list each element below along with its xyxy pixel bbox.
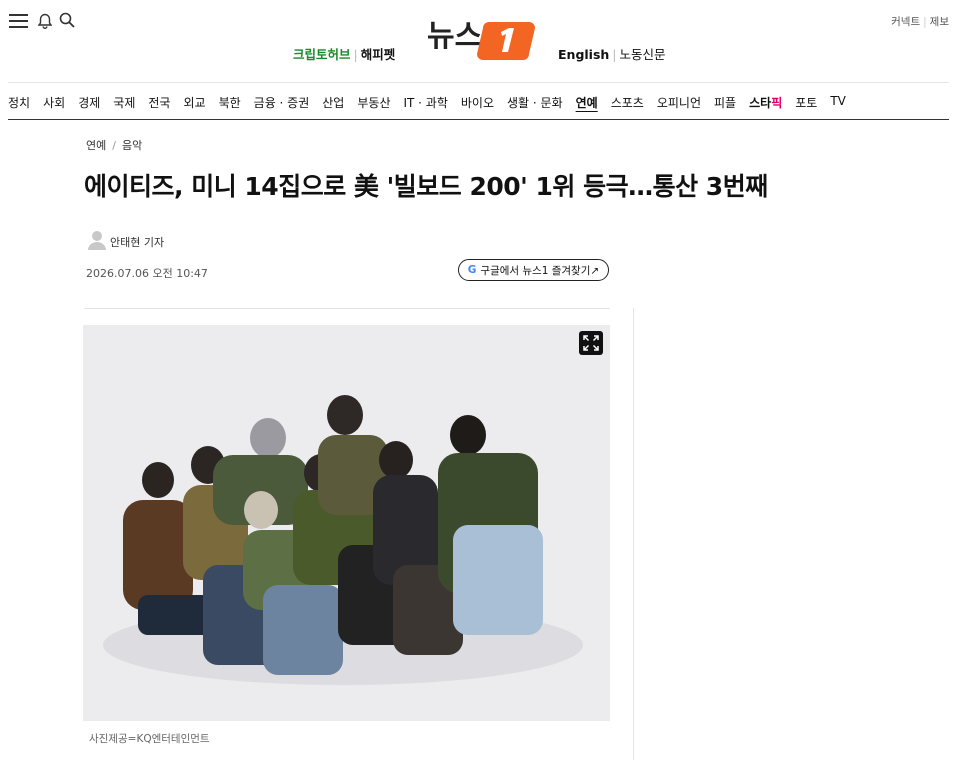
nav-item-sports[interactable]: 스포츠 [611,94,644,116]
nav-item-finance[interactable]: 금융 · 증권 [254,94,310,116]
nav-item-starpick[interactable]: 스타픽 [749,94,782,116]
nav-item-economy[interactable]: 경제 [78,94,100,116]
breadcrumb-music[interactable]: 음악 [122,139,142,152]
nav-item-politics[interactable]: 정치 [8,94,30,116]
nav-item-tv[interactable]: TV [830,94,846,116]
rodong-link[interactable]: 노동신문 [620,47,666,62]
breadcrumb-separator: / [112,139,116,152]
nav-item-it-science[interactable]: IT · 과학 [403,94,447,116]
nav-item-photo[interactable]: 포토 [795,94,817,116]
header-divider [8,82,949,83]
happypet-link[interactable]: 해피펫 [361,47,396,62]
photo-caption: 사진제공=KQ엔터테인먼트 [89,733,210,745]
promo-links-right: English | 노동신문 [558,44,666,63]
english-link[interactable]: English [558,47,609,62]
article-photo[interactable] [83,325,610,721]
search-icon[interactable] [58,11,76,29]
breadcrumb-entertainment[interactable]: 연예 [86,139,106,152]
connect-link[interactable]: 커넥트 [891,16,920,28]
expand-photo-icon[interactable] [579,331,603,355]
reporter-avatar-icon [88,230,106,250]
article-divider [84,308,610,309]
article-headline: 에이티즈, 미니 14집으로 美 '빌보드 200' 1위 등극…통산 3번째 [84,172,768,201]
breadcrumb: 연예 / 음악 [86,137,142,153]
column-divider [633,308,634,760]
google-icon: G [467,264,477,276]
divider: | [353,47,358,62]
nav-item-real-estate[interactable]: 부동산 [357,94,390,116]
promo-links-left: 크립토허브 | 해피펫 [293,44,395,63]
nav-item-industry[interactable]: 산업 [322,94,344,116]
publish-date: 2026.07.06 오전 10:47 [86,267,208,280]
top-header: 뉴스 크립토허브 | 해피펫 English | 노동신문 커넥트 | 제보 [0,0,963,82]
menu-icon[interactable] [9,11,29,31]
nav-item-bio[interactable]: 바이오 [461,94,494,116]
nav-item-entertainment[interactable]: 연예 [576,94,598,116]
nav-item-society[interactable]: 사회 [43,94,65,116]
nav-item-world[interactable]: 국제 [113,94,135,116]
utility-links: 커넥트 | 제보 [891,14,949,29]
crypto-hub-link[interactable]: 크립토허브 [293,47,351,62]
main-nav: 정치 사회 경제 국제 전국 외교 북한 금융 · 증권 산업 부동산 IT ·… [8,94,859,116]
nav-item-north-korea[interactable]: 북한 [219,94,241,116]
google-button-label: 구글에서 뉴스1 즐겨찾기↗ [480,264,600,277]
nav-item-diplomacy[interactable]: 외교 [183,94,205,116]
nav-item-national[interactable]: 전국 [148,94,170,116]
news1-logo[interactable]: 뉴스 [427,14,535,60]
nav-item-people[interactable]: 피플 [714,94,736,116]
bell-icon[interactable] [37,12,53,30]
nav-item-life-culture[interactable]: 생활 · 문화 [507,94,563,116]
reporter-name[interactable]: 안태현 기자 [110,234,164,250]
nav-divider [8,119,949,120]
logo-text: 뉴스 [427,19,482,54]
divider: | [612,47,617,62]
google-favorite-button[interactable]: G 구글에서 뉴스1 즐겨찾기↗ [458,259,609,281]
nav-item-opinion[interactable]: 오피니언 [657,94,701,116]
report-link[interactable]: 제보 [930,16,949,28]
divider: | [923,16,927,28]
